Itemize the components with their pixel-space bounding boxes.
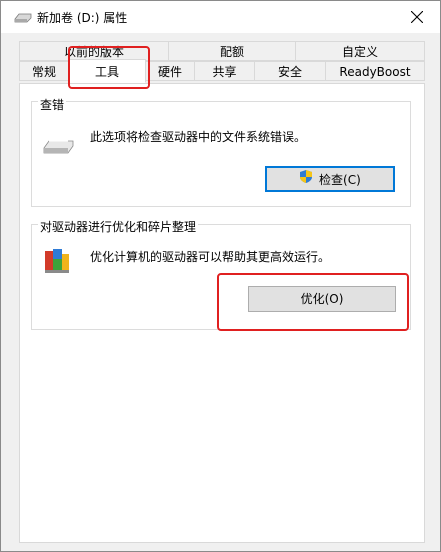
- window-title: 新加卷 (D:) 属性: [37, 11, 128, 25]
- tab-general[interactable]: 常规: [19, 61, 69, 81]
- tab-quota[interactable]: 配额: [168, 41, 296, 61]
- tab-readyboost[interactable]: ReadyBoost: [325, 61, 425, 81]
- drive-icon: [14, 12, 32, 23]
- optimize-button-highlight: [217, 273, 409, 331]
- check-button-label: 检查(C): [319, 172, 361, 187]
- properties-dialog: 新加卷 (D:) 属性 以前的版本 配额 自定义 常规 工具 硬件 共享 安全 …: [0, 0, 441, 552]
- uac-shield-icon: [299, 169, 313, 191]
- tab-hardware[interactable]: 硬件: [145, 61, 195, 81]
- optimize-group-title: 对驱动器进行优化和碎片整理: [38, 218, 199, 235]
- close-button[interactable]: [394, 1, 440, 33]
- tab-security[interactable]: 安全: [254, 61, 326, 81]
- defrag-icon: [42, 246, 72, 279]
- hard-drive-icon: [42, 139, 74, 158]
- tab-customize[interactable]: 自定义: [295, 41, 425, 61]
- check-description: 此选项将检查驱动器中的文件系统错误。: [90, 130, 307, 144]
- check-button[interactable]: 检查(C): [265, 166, 395, 192]
- optimize-description: 优化计算机的驱动器可以帮助其更高效运行。: [90, 250, 331, 264]
- close-icon: [411, 11, 423, 23]
- tools-tab-highlight: [68, 46, 150, 89]
- title-bar: 新加卷 (D:) 属性: [1, 1, 440, 33]
- check-group-title: 查错: [38, 96, 67, 113]
- tab-sharing[interactable]: 共享: [194, 61, 255, 81]
